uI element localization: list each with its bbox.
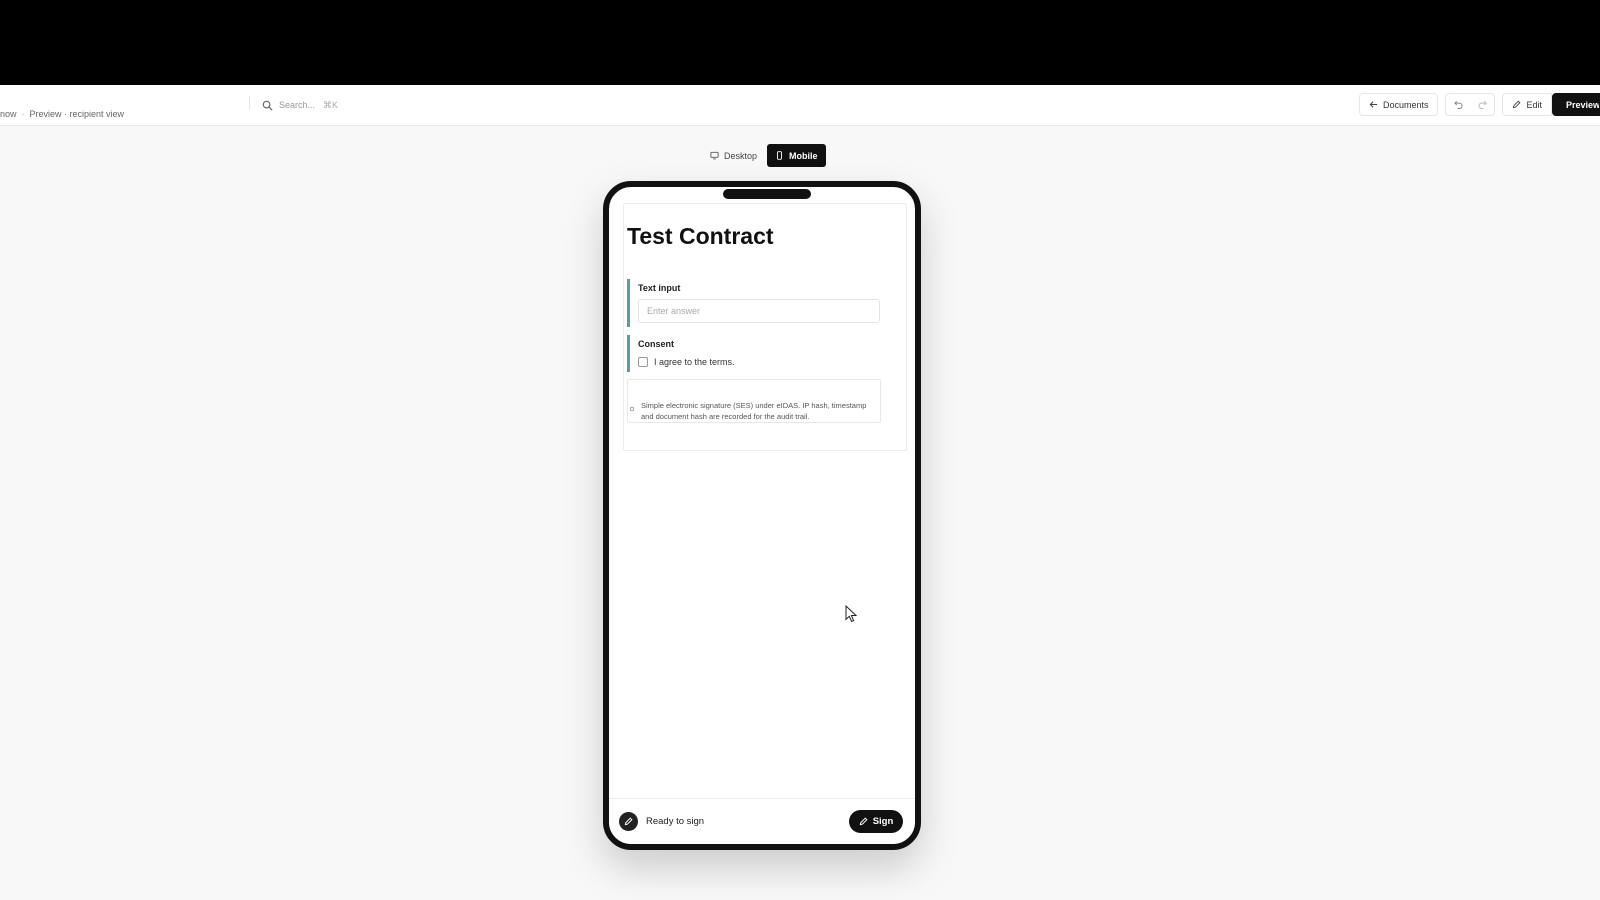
toolbar: Documents Edit Preview (1358, 93, 1600, 116)
breadcrumb-item-parent[interactable]: now (0, 109, 17, 119)
sign-button-label: Sign (872, 816, 894, 827)
header-divider (249, 96, 250, 110)
app-header: now · Preview · recipient view Search... ⌘… (0, 85, 1600, 126)
search-shortcut: ⌘K (323, 99, 339, 110)
signature-status-icon (619, 812, 638, 831)
screen-top-bar (0, 0, 1600, 85)
redo-icon (1478, 100, 1487, 109)
preview-button[interactable]: Preview (1552, 93, 1600, 116)
documents-button[interactable]: Documents (1358, 93, 1439, 116)
info-marker-icon (630, 407, 634, 411)
search-trigger[interactable]: Search... ⌘K (262, 97, 338, 113)
pen-icon (859, 817, 868, 826)
mobile-view-button[interactable]: Mobile (767, 144, 826, 167)
edit-button[interactable]: Edit (1502, 93, 1552, 116)
arrow-left-icon (1369, 101, 1378, 108)
text-input-label: Text input (638, 283, 681, 293)
pencil-icon (1513, 100, 1521, 109)
pen-icon (624, 817, 633, 826)
desktop-view-button[interactable]: Desktop (702, 144, 765, 167)
consent-field: Consent I agree to the terms. (627, 335, 881, 372)
redo-button[interactable] (1470, 94, 1494, 115)
phone-notch (723, 189, 811, 199)
device-view-toggle: Desktop Mobile (702, 144, 826, 167)
consent-label: Consent (638, 339, 674, 349)
sign-button[interactable]: Sign (849, 810, 903, 833)
documents-button-label: Documents (1382, 99, 1429, 110)
mode-switch: Edit Preview (1502, 93, 1600, 116)
monitor-icon (710, 151, 719, 160)
sign-status-text: Ready to sign (646, 816, 705, 827)
document-title: Test Contract (627, 223, 774, 249)
undo-icon (1454, 100, 1463, 109)
mobile-view-label: Mobile (789, 150, 818, 161)
text-input-field: Text input (627, 279, 881, 327)
breadcrumb-item-current: Preview · recipient view (29, 109, 125, 119)
signature-notice-text: Simple electronic signature (SES) under … (641, 401, 867, 421)
answer-input[interactable] (638, 299, 880, 323)
undo-button[interactable] (1446, 94, 1470, 115)
breadcrumb: now · Preview · recipient view (0, 109, 125, 119)
smartphone-icon (777, 151, 782, 160)
sign-bar: Ready to sign Sign (609, 798, 915, 844)
search-icon (262, 100, 273, 111)
edit-button-label: Edit (1526, 99, 1542, 110)
desktop-view-label: Desktop (724, 150, 758, 161)
consent-row[interactable]: I agree to the terms. (638, 357, 881, 367)
preview-button-label: Preview (1566, 99, 1600, 110)
search-placeholder: Search... (279, 100, 316, 110)
consent-text: I agree to the terms. (654, 357, 735, 367)
mouse-cursor-icon (845, 605, 857, 623)
signature-notice-box: Simple electronic signature (SES) under … (627, 379, 881, 423)
phone-preview-frame: Test Contract Text input Consent I agree… (603, 181, 921, 850)
history-group (1445, 93, 1496, 116)
consent-checkbox[interactable] (638, 357, 648, 367)
